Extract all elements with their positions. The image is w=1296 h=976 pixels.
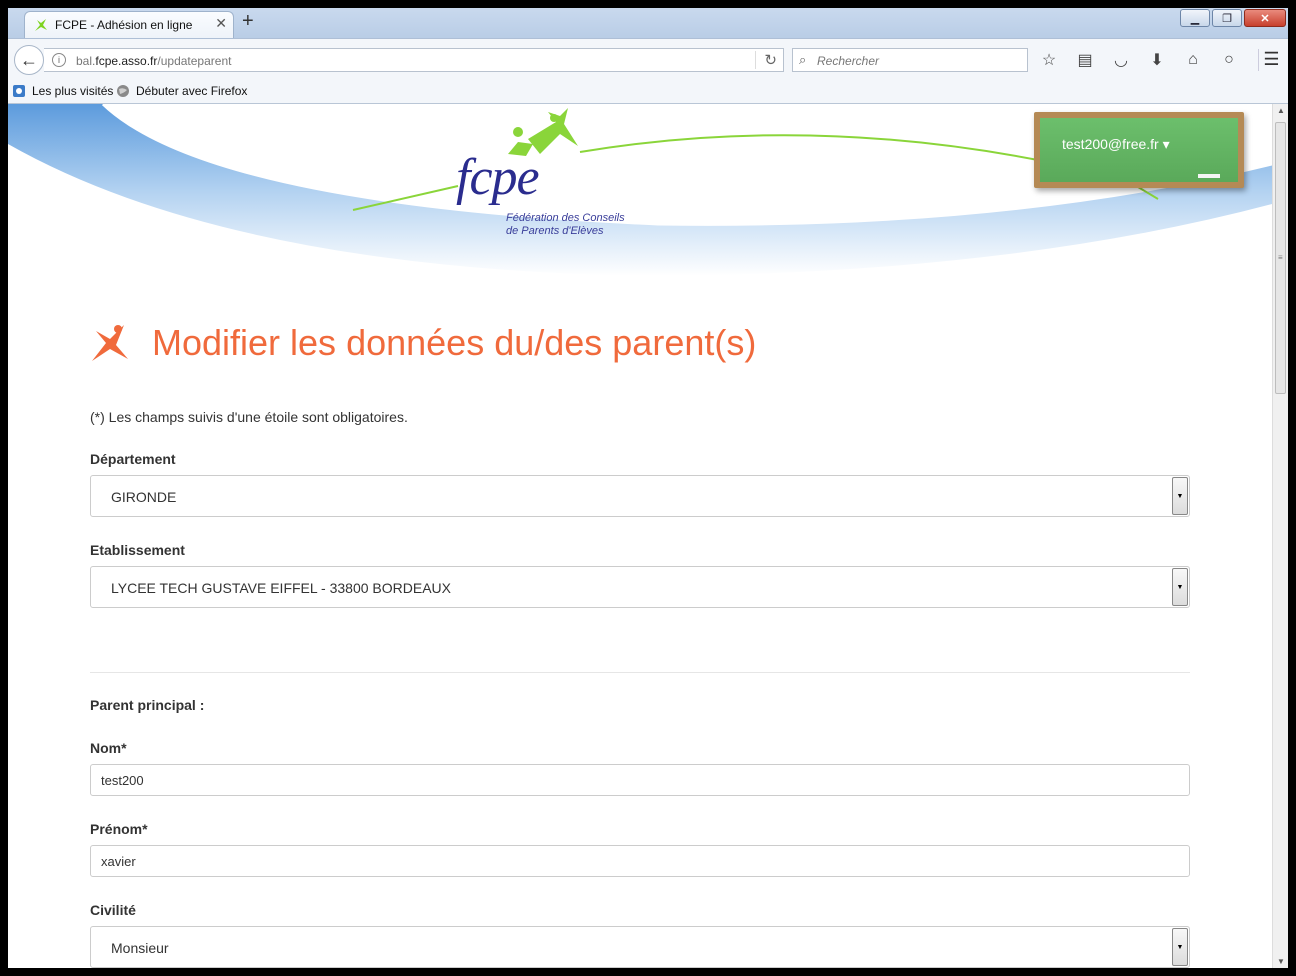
departement-value: GIRONDE (111, 489, 177, 505)
bookmark-label: Les plus visités (32, 84, 114, 98)
dropdown-arrow-icon[interactable]: ▼ (1172, 928, 1188, 966)
page-title-row: Modifier les données du/des parent(s) (90, 322, 756, 364)
tab-close-icon[interactable]: ✕ (215, 15, 227, 32)
back-button[interactable]: ← (14, 45, 44, 75)
reload-icon[interactable]: ↻ (755, 51, 777, 69)
search-placeholder: Rechercher (817, 54, 880, 68)
globe-icon (117, 85, 129, 97)
logo-subtitle-line1: Fédération des Conseils (506, 212, 625, 224)
search-bar[interactable]: ⌕ Rechercher (792, 48, 1028, 72)
search-icon: ⌕ (799, 52, 807, 67)
back-arrow-icon: ← (20, 49, 38, 70)
etablissement-label: Etablissement (90, 542, 185, 558)
departement-select[interactable]: GIRONDE ▼ (90, 475, 1190, 517)
user-chalkboard: test200@free.fr ▾ (1034, 112, 1244, 188)
new-tab-button[interactable]: + (242, 10, 254, 33)
url-path: /updateparent (157, 54, 232, 68)
hamburger-menu-icon[interactable]: ☰ (1258, 49, 1280, 71)
url-prefix: bal. (76, 54, 96, 68)
user-email: test200@free.fr (1062, 136, 1159, 152)
nom-input[interactable]: test200 (90, 764, 1190, 796)
browser-frame: FCPE - Adhésion en ligne ✕ + ▁ ❐ ✕ ← i b… (8, 8, 1288, 968)
minimize-button[interactable]: ▁ (1180, 9, 1210, 27)
nom-label: Nom* (90, 740, 127, 756)
reading-list-icon[interactable]: ▤ (1074, 49, 1096, 71)
bookmark-most-visited[interactable]: Les plus visités (12, 84, 113, 98)
scroll-grip-icon: ≡ (1278, 253, 1283, 262)
chalkboard-surface: test200@free.fr ▾ (1040, 118, 1238, 182)
civilite-label: Civilité (90, 902, 136, 918)
section-divider (90, 672, 1190, 673)
tab-title: FCPE - Adhésion en ligne (55, 18, 193, 32)
fcpe-favicon-icon (35, 19, 47, 31)
chalk-icon (1198, 174, 1220, 178)
scroll-thumb[interactable]: ≡ (1275, 122, 1286, 394)
page-scrollbar[interactable]: ▲ ≡ ▼ (1272, 104, 1288, 968)
url-domain: fcpe.asso.fr (95, 54, 158, 68)
bookmarks-bar: Les plus visités Débuter avec Firefox (8, 80, 1288, 104)
prenom-value: xavier (101, 854, 136, 869)
departement-label: Département (90, 451, 176, 467)
dropdown-arrow-icon[interactable]: ▼ (1172, 568, 1188, 606)
bookmark-star-icon[interactable]: ☆ (1038, 49, 1060, 71)
browser-window: FCPE - Adhésion en ligne ✕ + ▁ ❐ ✕ ← i b… (0, 0, 1296, 976)
etablissement-value: LYCEE TECH GUSTAVE EIFFEL - 33800 BORDEA… (111, 580, 451, 596)
prenom-input[interactable]: xavier (90, 845, 1190, 877)
civilite-value: Monsieur (111, 940, 169, 956)
required-fields-note: (*) Les champs suivis d'une étoile sont … (90, 409, 408, 425)
site-info-icon[interactable]: i (52, 53, 66, 67)
navigation-bar: ← i bal.fcpe.asso.fr/updateparent ↻ ⌕ Re… (8, 38, 1288, 80)
dropdown-arrow-icon[interactable]: ▼ (1172, 477, 1188, 515)
chat-icon[interactable]: ○ (1218, 49, 1240, 71)
home-icon[interactable]: ⌂ (1182, 49, 1204, 71)
bookmark-getting-started[interactable]: Débuter avec Firefox (116, 84, 247, 98)
etablissement-select[interactable]: LYCEE TECH GUSTAVE EIFFEL - 33800 BORDEA… (90, 566, 1190, 608)
page-title: Modifier les données du/des parent(s) (152, 322, 757, 363)
browser-tab[interactable]: FCPE - Adhésion en ligne ✕ (24, 11, 234, 38)
download-icon[interactable]: ⬇ (1146, 49, 1168, 71)
window-controls: ▁ ❐ ✕ (1180, 9, 1286, 27)
url-text: bal.fcpe.asso.fr/updateparent (76, 54, 231, 68)
fcpe-star-figure-icon (92, 325, 128, 361)
parent-principal-heading: Parent principal : (90, 697, 205, 713)
nom-value: test200 (101, 773, 144, 788)
tab-strip: FCPE - Adhésion en ligne ✕ + ▁ ❐ ✕ (8, 8, 1288, 38)
url-bar[interactable]: i bal.fcpe.asso.fr/updateparent ↻ (44, 48, 784, 72)
most-visited-icon (13, 85, 25, 97)
logo-subtitle-line2: de Parents d'Elèves (506, 225, 604, 237)
fcpe-logo: fcpe (456, 149, 540, 206)
page-content: fcpe Fédération des Conseils de Parents … (8, 104, 1272, 968)
prenom-label: Prénom* (90, 821, 148, 837)
toolbar-icons: ☆ ▤ ◡ ⬇ ⌂ ○ (1038, 49, 1240, 71)
pocket-icon[interactable]: ◡ (1110, 49, 1132, 71)
civilite-select[interactable]: Monsieur ▼ (90, 926, 1190, 968)
close-window-button[interactable]: ✕ (1244, 9, 1286, 27)
user-menu-dropdown[interactable]: test200@free.fr ▾ (1062, 136, 1170, 153)
fcpe-logo-subtitle: Fédération des Conseils de Parents d'Elè… (506, 212, 625, 238)
restore-button[interactable]: ❐ (1212, 9, 1242, 27)
caret-down-icon: ▾ (1158, 136, 1170, 152)
scroll-up-arrow-icon[interactable]: ▲ (1277, 106, 1285, 115)
bookmark-label: Débuter avec Firefox (136, 84, 248, 98)
scroll-down-arrow-icon[interactable]: ▼ (1277, 957, 1285, 966)
